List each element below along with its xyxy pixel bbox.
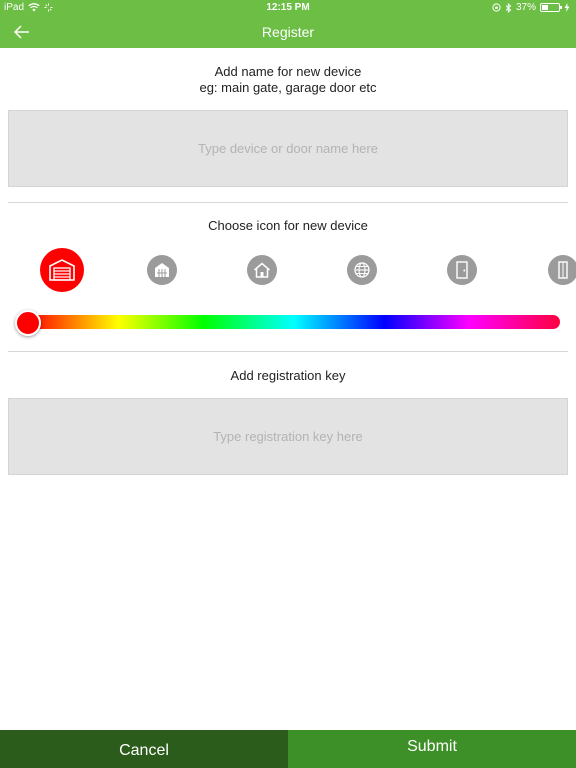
divider <box>8 202 568 203</box>
partial-door-icon <box>558 261 568 279</box>
icon-option-partial-door[interactable] <box>548 255 576 285</box>
divider <box>8 351 568 352</box>
icon-option-house[interactable] <box>247 255 277 285</box>
color-slider-track[interactable] <box>28 315 560 329</box>
orientation-lock-icon <box>492 3 501 12</box>
registration-key-label: Add registration key <box>230 368 346 383</box>
icon-option-gate[interactable] <box>147 255 177 285</box>
device-name-input[interactable] <box>8 110 568 187</box>
nav-bar: Register <box>0 16 576 48</box>
icon-picker-row <box>0 246 576 294</box>
footer-actions: Cancel Submit <box>0 730 576 768</box>
icon-option-globe[interactable] <box>347 255 377 285</box>
color-slider-thumb[interactable] <box>15 310 41 336</box>
door-icon <box>456 261 468 279</box>
garage-door-icon <box>49 259 75 281</box>
globe-icon <box>354 262 370 278</box>
submit-button[interactable]: Submit <box>288 730 576 768</box>
icon-option-door[interactable] <box>447 255 477 285</box>
status-bar: iPad 12:15 PM 37% <box>0 0 576 16</box>
registration-key-input[interactable] <box>8 398 568 475</box>
gate-icon <box>155 263 169 277</box>
icon-option-garage-door[interactable] <box>40 248 84 292</box>
device-name-hint: eg: main gate, garage door etc <box>199 80 377 95</box>
battery-icon <box>540 3 562 12</box>
bluetooth-icon <box>505 2 512 13</box>
cancel-button[interactable]: Cancel <box>0 730 288 768</box>
page-title: Register <box>261 24 315 40</box>
battery-percent: 37% <box>515 2 536 13</box>
charging-icon <box>564 3 570 12</box>
icon-picker-label: Choose icon for new device <box>208 218 368 233</box>
status-right: 37% <box>492 2 570 13</box>
house-icon <box>254 262 270 278</box>
status-time: 12:15 PM <box>266 2 310 13</box>
device-name-label: Add name for new device <box>214 64 362 79</box>
